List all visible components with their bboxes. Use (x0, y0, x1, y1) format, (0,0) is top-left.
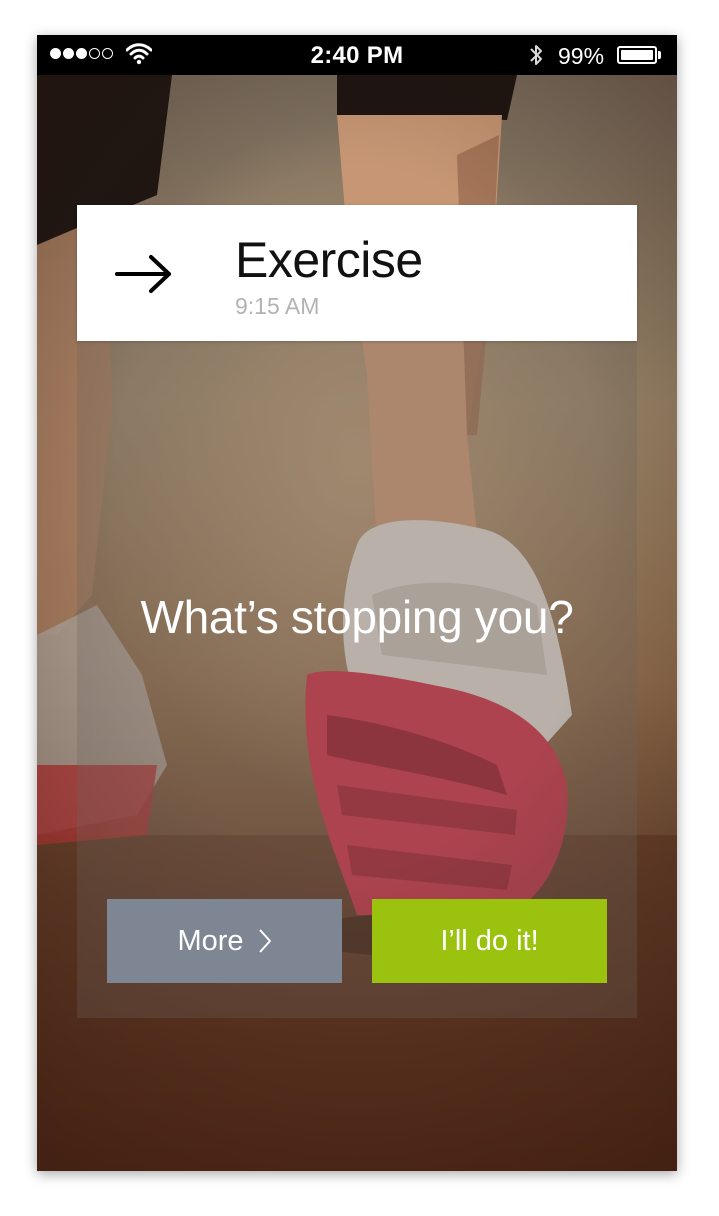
reminder-card: Exercise 9:15 AM What’s stopping you? Mo… (77, 205, 637, 1018)
card-title: Exercise (235, 232, 423, 288)
battery-percent: 99% (558, 43, 605, 69)
ill-do-it-label: I’ll do it! (440, 924, 539, 957)
ill-do-it-button[interactable]: I’ll do it! (372, 899, 607, 983)
prompt-question: What’s stopping you? (140, 591, 574, 643)
status-bar: 2:40 PM 99% (37, 35, 677, 75)
chevron-right-icon (258, 927, 272, 955)
battery-icon (617, 46, 657, 64)
card-time: 9:15 AM (235, 293, 320, 319)
more-button[interactable]: More (107, 899, 342, 983)
card-header: Exercise 9:15 AM (77, 205, 637, 341)
phone-screen: 2:40 PM 99% Exercise 9:15 AM What’s stop… (37, 35, 677, 1171)
card-body: What’s stopping you? More I’ll do it! (77, 341, 637, 1018)
bluetooth-icon (528, 42, 544, 73)
arrow-right-icon (115, 253, 173, 300)
more-button-label: More (177, 924, 244, 957)
